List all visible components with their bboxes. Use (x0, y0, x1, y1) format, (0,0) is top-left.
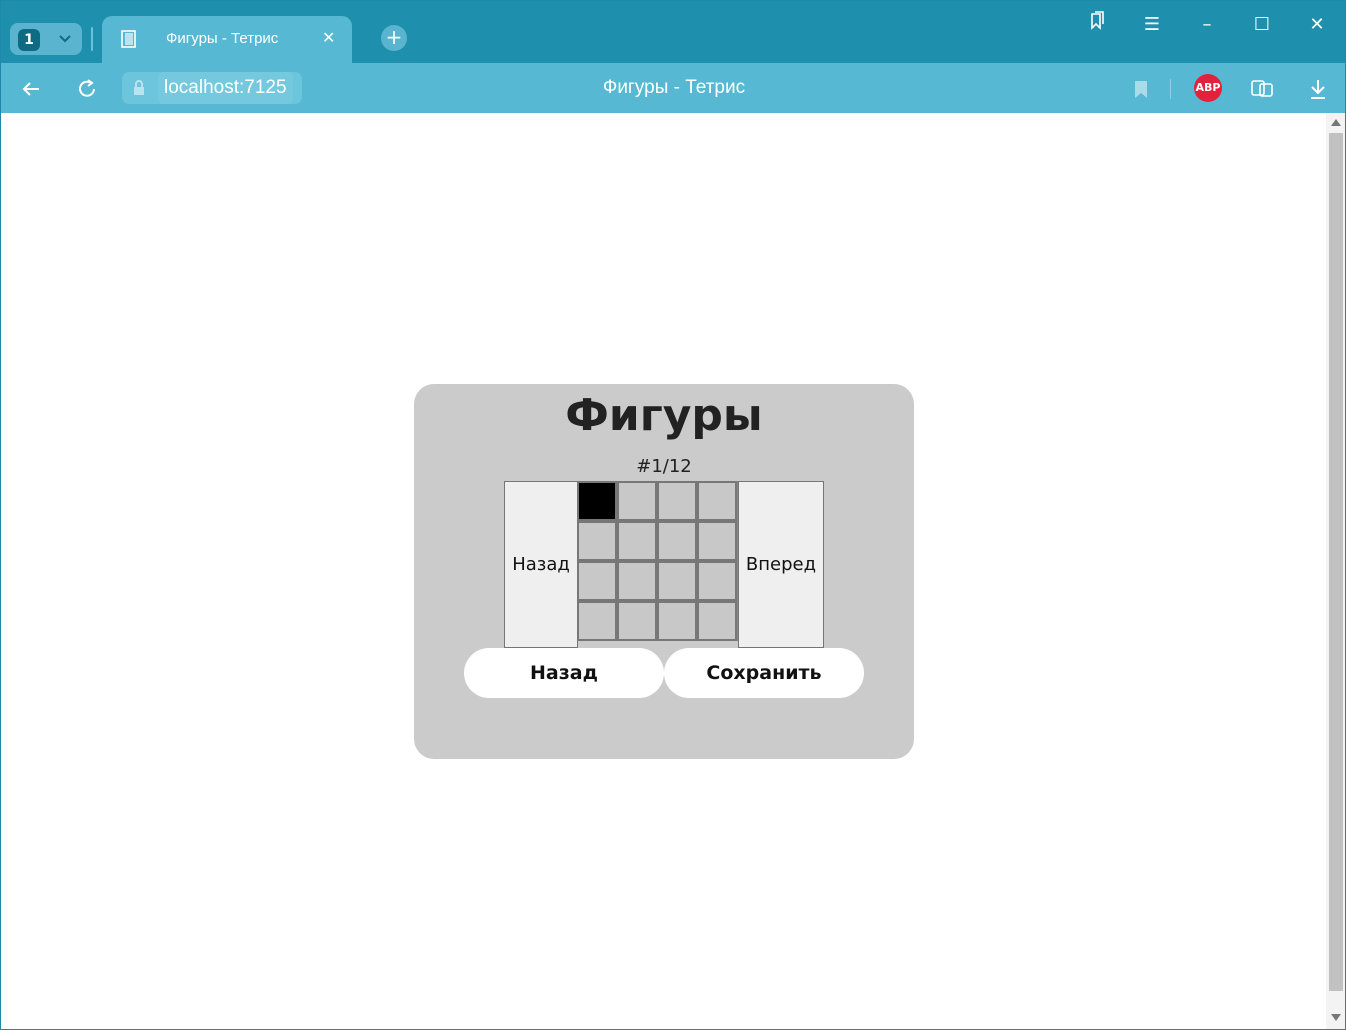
browser-window: 1 Фигуры - Тетрис ✕ + ☰ – ☐ ✕ localhost:… (0, 0, 1346, 1030)
grid-cell[interactable] (657, 481, 697, 521)
next-figure-button[interactable]: Вперед (738, 481, 824, 648)
app-title: Фигуры (565, 390, 763, 441)
scroll-thumb[interactable] (1329, 133, 1343, 991)
active-tab[interactable]: Фигуры - Тетрис ✕ (102, 16, 352, 63)
chevron-down-icon (58, 27, 72, 53)
grid-cell[interactable] (697, 561, 737, 601)
close-window-icon[interactable]: ✕ (1297, 11, 1337, 39)
save-button[interactable]: Сохранить (664, 648, 864, 698)
figure-grid (577, 481, 738, 641)
grid-cell[interactable] (617, 481, 657, 521)
prev-figure-button[interactable]: Назад (504, 481, 578, 648)
grid-cell[interactable] (697, 481, 737, 521)
grid-cell[interactable] (657, 521, 697, 561)
grid-cell[interactable] (577, 561, 617, 601)
toolbar-separator (1170, 79, 1171, 99)
grid-cell[interactable] (577, 521, 617, 561)
grid-cell[interactable] (577, 601, 617, 641)
tab-count: 1 (18, 29, 40, 51)
minimize-icon[interactable]: – (1187, 11, 1227, 39)
adblock-icon[interactable]: ABP (1194, 74, 1222, 102)
back-button[interactable]: Назад (464, 648, 664, 698)
download-icon[interactable] (1304, 75, 1332, 103)
bookmarks-panel-icon[interactable] (1077, 11, 1117, 39)
figures-card: Фигуры #1/12 Назад Вперед Назад Сохранит… (414, 384, 914, 759)
maximize-icon[interactable]: ☐ (1242, 11, 1282, 39)
bookmark-icon[interactable] (1127, 75, 1155, 103)
close-tab-icon[interactable]: ✕ (322, 28, 335, 47)
grid-cell[interactable] (617, 521, 657, 561)
new-tab-button[interactable]: + (381, 25, 407, 51)
scroll-down-icon[interactable] (1331, 1014, 1341, 1021)
page-viewport: Фигуры #1/12 Назад Вперед Назад Сохранит… (1, 113, 1326, 1029)
toolbar: localhost:7125 Фигуры - Тетрис ABP (1, 63, 1345, 113)
grid-cell[interactable] (617, 601, 657, 641)
page-icon (118, 28, 140, 50)
menu-icon[interactable]: ☰ (1132, 11, 1172, 39)
grid-cell[interactable] (657, 561, 697, 601)
grid-cell[interactable] (697, 521, 737, 561)
grid-cell[interactable] (577, 481, 617, 521)
tab-title: Фигуры - Тетрис (166, 30, 279, 47)
translate-icon[interactable] (1248, 75, 1276, 103)
vertical-scrollbar[interactable] (1326, 113, 1345, 1029)
grid-cell[interactable] (617, 561, 657, 601)
scroll-up-icon[interactable] (1331, 119, 1341, 126)
grid-cell[interactable] (657, 601, 697, 641)
tab-separator (91, 27, 93, 51)
tab-counter-button[interactable]: 1 (10, 23, 82, 55)
title-bar: 1 Фигуры - Тетрис ✕ + ☰ – ☐ ✕ (1, 1, 1345, 63)
grid-cell[interactable] (697, 601, 737, 641)
figure-counter: #1/12 (636, 456, 692, 477)
